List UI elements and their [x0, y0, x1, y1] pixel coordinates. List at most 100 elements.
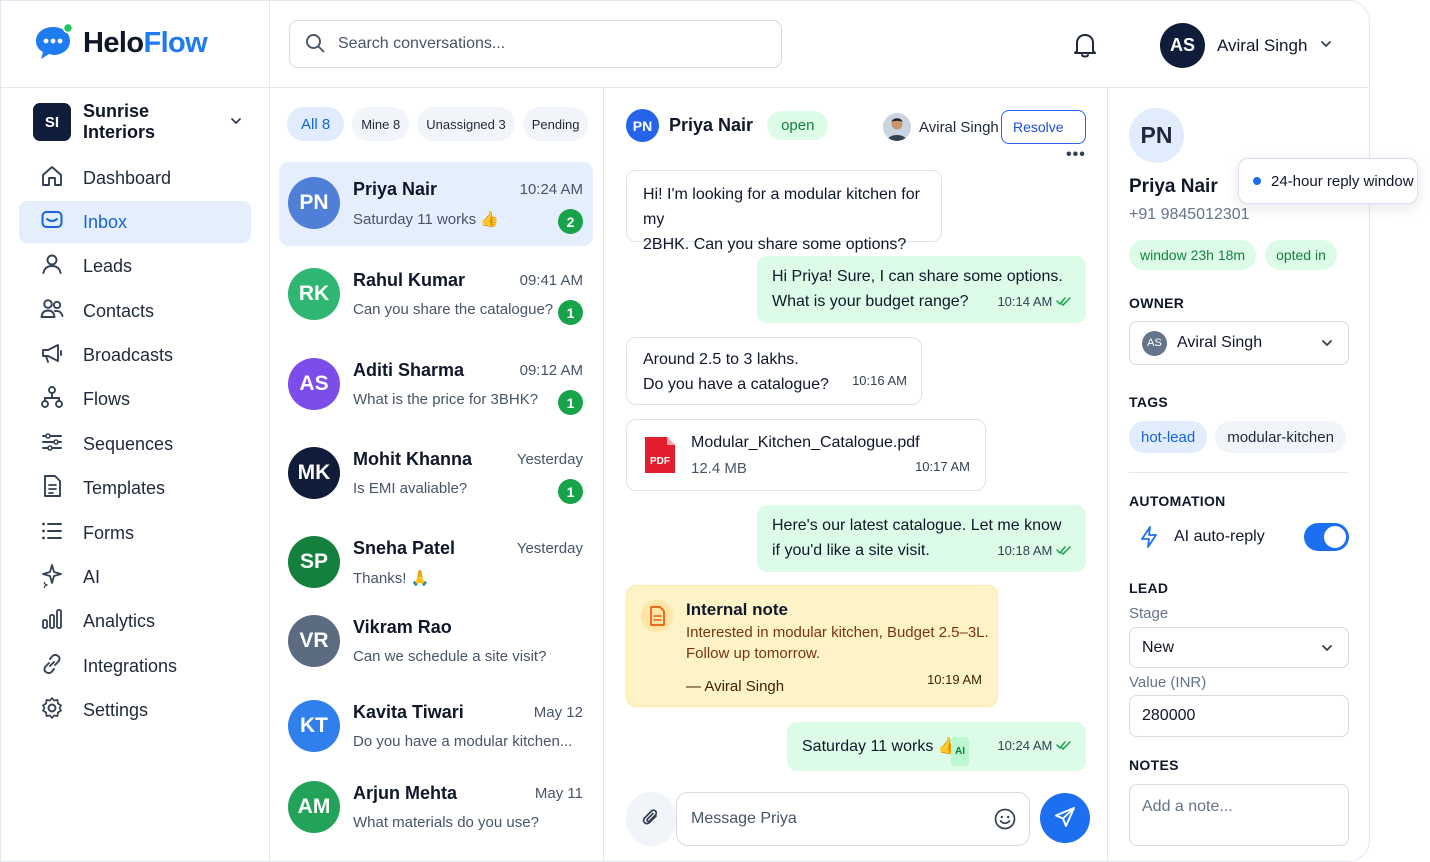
conversation-item[interactable]: MK Mohit Khanna Is EMI avaliable? Yester…: [279, 432, 593, 516]
message-time: 10:16 AM: [852, 373, 907, 388]
value-label: Value (INR): [1129, 674, 1207, 691]
pdf-file-icon: PDF: [643, 435, 677, 483]
resolve-button[interactable]: Resolve: [1001, 110, 1086, 144]
message-input-field[interactable]: [676, 792, 1030, 846]
app-window: HeloFlow SI Sunrise Interiors Dashboard …: [0, 0, 1370, 862]
nav-label: Analytics: [83, 611, 156, 632]
lead-title: LEAD: [1129, 580, 1169, 596]
ai-auto-reply-toggle[interactable]: [1304, 523, 1349, 551]
nav-item-contacts[interactable]: Contacts: [19, 290, 251, 332]
message-text: Here's our latest catalogue. Let me know: [772, 517, 1062, 534]
notifications-button[interactable]: [1072, 31, 1098, 62]
contact-name: Arjun Mehta: [353, 783, 458, 803]
nav-item-forms[interactable]: Forms: [19, 512, 251, 554]
message-input[interactable]: [691, 810, 971, 828]
avatar: PN: [626, 109, 659, 142]
contact-name: Sneha Patel: [353, 538, 456, 558]
message-text: 2BHK. Can you share some options?: [643, 236, 907, 253]
avatar: VR: [288, 615, 340, 667]
note-body: Interested in modular kitchen, Budget 2.…: [686, 624, 989, 662]
value-input[interactable]: 280000: [1129, 695, 1349, 737]
nav-item-inbox[interactable]: Inbox: [19, 201, 251, 244]
stage-select[interactable]: New: [1129, 627, 1349, 668]
message-preview: What materials do you use?: [353, 814, 539, 831]
message-text: Hi! I'm looking for a modular kitchen fo…: [643, 186, 920, 228]
nav-item-sequences[interactable]: Sequences: [19, 423, 251, 465]
message-time: 10:19 AM: [927, 672, 982, 687]
divider: [1129, 472, 1349, 473]
window-badge: window 23h 18m: [1129, 240, 1257, 270]
conversation-item[interactable]: KT Kavita Tiwari Do you have a modular k…: [279, 685, 593, 769]
message-composer: [626, 792, 1090, 846]
nav-item-flows[interactable]: Flows: [19, 379, 251, 421]
message-preview: Can you share the catalogue?: [353, 301, 554, 318]
timestamp: 09:41 AM: [519, 272, 583, 289]
file-attachment-message[interactable]: PDF Modular_Kitchen_Catalogue.pdf 12.4 M…: [626, 419, 986, 491]
search-icon: [304, 32, 326, 57]
main-nav: Dashboard Inbox Leads Contacts Broadcast…: [19, 157, 251, 734]
conversation-item[interactable]: AS Aditi Sharma What is the price for 3B…: [279, 343, 593, 427]
message-text: Saturday 11 works 👍: [802, 738, 958, 755]
message-incoming: Hi! I'm looking for a modular kitchen fo…: [626, 170, 942, 253]
filter-pending[interactable]: Pending: [522, 107, 589, 141]
nav-item-ai[interactable]: AI: [19, 557, 251, 599]
message-time: 10:24 AM: [997, 733, 1072, 758]
conversation-item[interactable]: AM Arjun Mehta What materials do you use…: [279, 766, 593, 850]
tag-chip[interactable]: modular-kitchen: [1215, 421, 1346, 453]
nav-item-settings[interactable]: Settings: [19, 690, 251, 732]
search-box[interactable]: [289, 20, 782, 68]
nav-item-dashboard[interactable]: Dashboard: [19, 157, 251, 199]
conversation-item[interactable]: PN Priya Nair Saturday 11 works 👍 10:24 …: [279, 162, 593, 246]
chevron-down-icon: [1319, 37, 1333, 54]
user-icon: [39, 251, 65, 282]
brand-name: HeloFlow: [83, 26, 208, 59]
notes-textarea[interactable]: Add a note...: [1129, 784, 1349, 846]
nav-item-leads[interactable]: Leads: [19, 246, 251, 288]
timestamp: May 11: [534, 785, 583, 802]
avatar: AS: [288, 358, 340, 410]
logo[interactable]: HeloFlow: [33, 21, 208, 65]
nav-item-templates[interactable]: Templates: [19, 468, 251, 510]
nav-item-analytics[interactable]: Analytics: [19, 601, 251, 643]
nav-label: Flows: [83, 389, 131, 410]
automation-label: AI auto-reply: [1174, 528, 1265, 545]
filter-unassigned[interactable]: Unassigned 3: [417, 107, 515, 141]
internal-note: Internal note Interested in modular kitc…: [626, 585, 998, 707]
more-options-icon[interactable]: •••: [1066, 146, 1086, 164]
users-icon: [39, 296, 65, 327]
attach-button[interactable]: [626, 792, 676, 846]
search-input[interactable]: [338, 35, 758, 53]
contact-name: Priya Nair: [1129, 176, 1218, 197]
tags-title: TAGS: [1129, 394, 1169, 410]
message-preview: What is the price for 3BHK?: [353, 391, 539, 408]
nav-label: Contacts: [83, 300, 155, 321]
send-button[interactable]: [1040, 793, 1090, 843]
assignee[interactable]: Aviral Singh: [883, 113, 999, 141]
contact-name: Kavita Tiwari: [353, 702, 464, 722]
megaphone-icon: [39, 340, 65, 371]
status-badge: open: [767, 111, 829, 140]
message-preview: Do you have a modular kitchen...: [353, 733, 573, 750]
user-menu[interactable]: AS Aviral Singh: [1160, 23, 1333, 68]
timestamp: May 12: [533, 704, 583, 721]
nav-item-integrations[interactable]: Integrations: [19, 645, 251, 687]
filter-all[interactable]: All 8: [287, 107, 345, 141]
nav-item-broadcasts[interactable]: Broadcasts: [19, 335, 251, 377]
avatar: SP: [288, 536, 340, 588]
emoji-icon[interactable]: [993, 807, 1017, 834]
conversation-item[interactable]: VR Vikram Rao Can we schedule a site vis…: [279, 600, 593, 684]
workspace-switcher[interactable]: SI Sunrise Interiors: [33, 101, 243, 142]
owner-select[interactable]: AS Aviral Singh: [1129, 321, 1349, 365]
paperclip-icon: [640, 807, 662, 832]
tag-chip[interactable]: hot-lead: [1129, 421, 1208, 453]
filter-mine[interactable]: Mine 8: [352, 107, 410, 141]
conversation-item[interactable]: RK Rahul Kumar Can you share the catalog…: [279, 253, 593, 337]
avatar: AS: [1160, 23, 1205, 68]
workspace-name: Sunrise Interiors: [83, 101, 156, 142]
top-bar: AS Aviral Singh: [270, 1, 1369, 88]
chat-contact-name[interactable]: Priya Nair: [669, 115, 753, 136]
conversation-item[interactable]: SP Sneha Patel Thanks! 🙏 Yesterday: [279, 521, 593, 605]
unread-badge: 1: [558, 300, 583, 325]
double-check-icon: [1056, 543, 1072, 558]
chat-pane: PN Priya Nair open Aviral Singh Resolve …: [604, 88, 1108, 861]
